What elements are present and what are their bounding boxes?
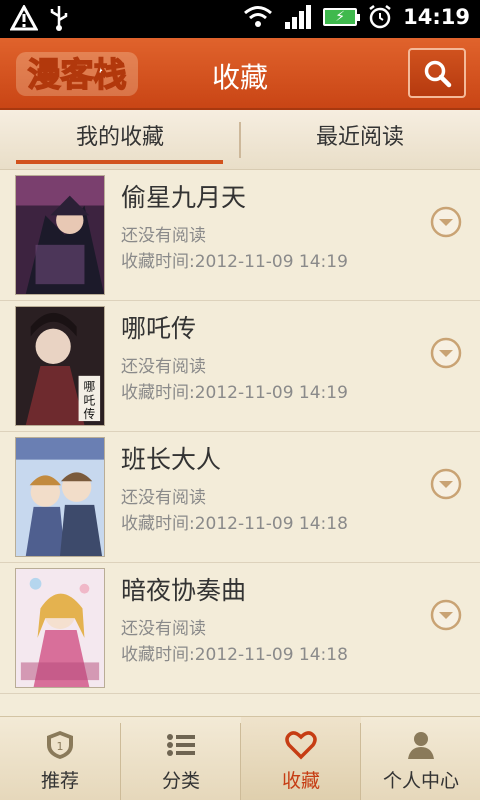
svg-text:1: 1 [57, 740, 64, 753]
status-bar: ⚡ 14:19 [0, 0, 480, 38]
favorites-list: 偷星九月天 还没有阅读 收藏时间:2012-11-09 14:19 哪 吒 传 … [0, 170, 480, 718]
expand-options-icon[interactable] [430, 468, 462, 500]
favorite-time: 收藏时间:2012-11-09 14:18 [121, 645, 348, 665]
bottom-navigation: 1 推荐 分类 收藏 个人中心 [0, 716, 480, 800]
app-header: 漫客栈 收藏 [0, 38, 480, 110]
nav-categories[interactable]: 分类 [121, 717, 241, 800]
warning-icon [10, 5, 38, 31]
svg-text:吒: 吒 [83, 393, 95, 407]
clock: 14:19 [403, 5, 470, 29]
favorite-time: 收藏时间:2012-11-09 14:18 [121, 514, 348, 534]
active-tab-indicator [16, 160, 223, 164]
signal-icon [285, 5, 312, 29]
list-item[interactable]: 哪 吒 传 哪吒传 还没有阅读 收藏时间:2012-11-09 14:19 [0, 301, 480, 432]
nav-label: 推荐 [40, 770, 79, 792]
usb-icon [50, 6, 68, 31]
svg-text:传: 传 [83, 407, 95, 421]
shield-badge-icon: 1 [47, 731, 73, 759]
tab-bar: 我的收藏 最近阅读 [0, 110, 480, 170]
comic-title: 偷星九月天 [121, 183, 247, 212]
battery-charging-icon: ⚡ [323, 8, 361, 26]
read-status: 还没有阅读 [121, 488, 206, 508]
expand-options-icon[interactable] [430, 337, 462, 369]
read-status: 还没有阅读 [121, 619, 206, 639]
comic-cover: 哪 吒 传 [15, 306, 105, 426]
nav-favorites[interactable]: 收藏 [241, 717, 361, 800]
list-item[interactable]: 暗夜协奏曲 还没有阅读 收藏时间:2012-11-09 14:18 [0, 563, 480, 694]
alarm-icon [369, 5, 391, 29]
comic-cover [15, 437, 105, 557]
comic-title: 班长大人 [121, 445, 222, 474]
nav-label: 个人中心 [382, 770, 459, 792]
list-item[interactable]: 班长大人 还没有阅读 收藏时间:2012-11-09 14:18 [0, 432, 480, 563]
search-icon [424, 60, 452, 88]
nav-label: 分类 [161, 770, 200, 792]
list-icon [167, 734, 195, 756]
nav-recommend[interactable]: 1 推荐 [0, 717, 120, 800]
nav-label: 收藏 [281, 770, 320, 792]
comic-title: 哪吒传 [121, 314, 197, 343]
comic-cover [15, 568, 105, 688]
user-icon [408, 732, 434, 759]
search-button[interactable] [408, 48, 466, 98]
comic-cover [15, 175, 105, 295]
comic-title: 暗夜协奏曲 [121, 576, 247, 605]
list-item[interactable]: 偷星九月天 还没有阅读 收藏时间:2012-11-09 14:19 [0, 170, 480, 301]
expand-options-icon[interactable] [430, 206, 462, 238]
wifi-icon [244, 6, 273, 27]
cover-text: 哪 [83, 380, 95, 394]
expand-options-icon[interactable] [430, 599, 462, 631]
read-status: 还没有阅读 [121, 357, 206, 377]
favorite-time: 收藏时间:2012-11-09 14:19 [121, 252, 348, 272]
read-status: 还没有阅读 [121, 226, 206, 246]
heart-icon [285, 731, 317, 760]
favorite-time: 收藏时间:2012-11-09 14:19 [121, 383, 348, 403]
tab-recent-reading[interactable]: 最近阅读 [240, 110, 480, 170]
nav-profile[interactable]: 个人中心 [361, 717, 480, 800]
